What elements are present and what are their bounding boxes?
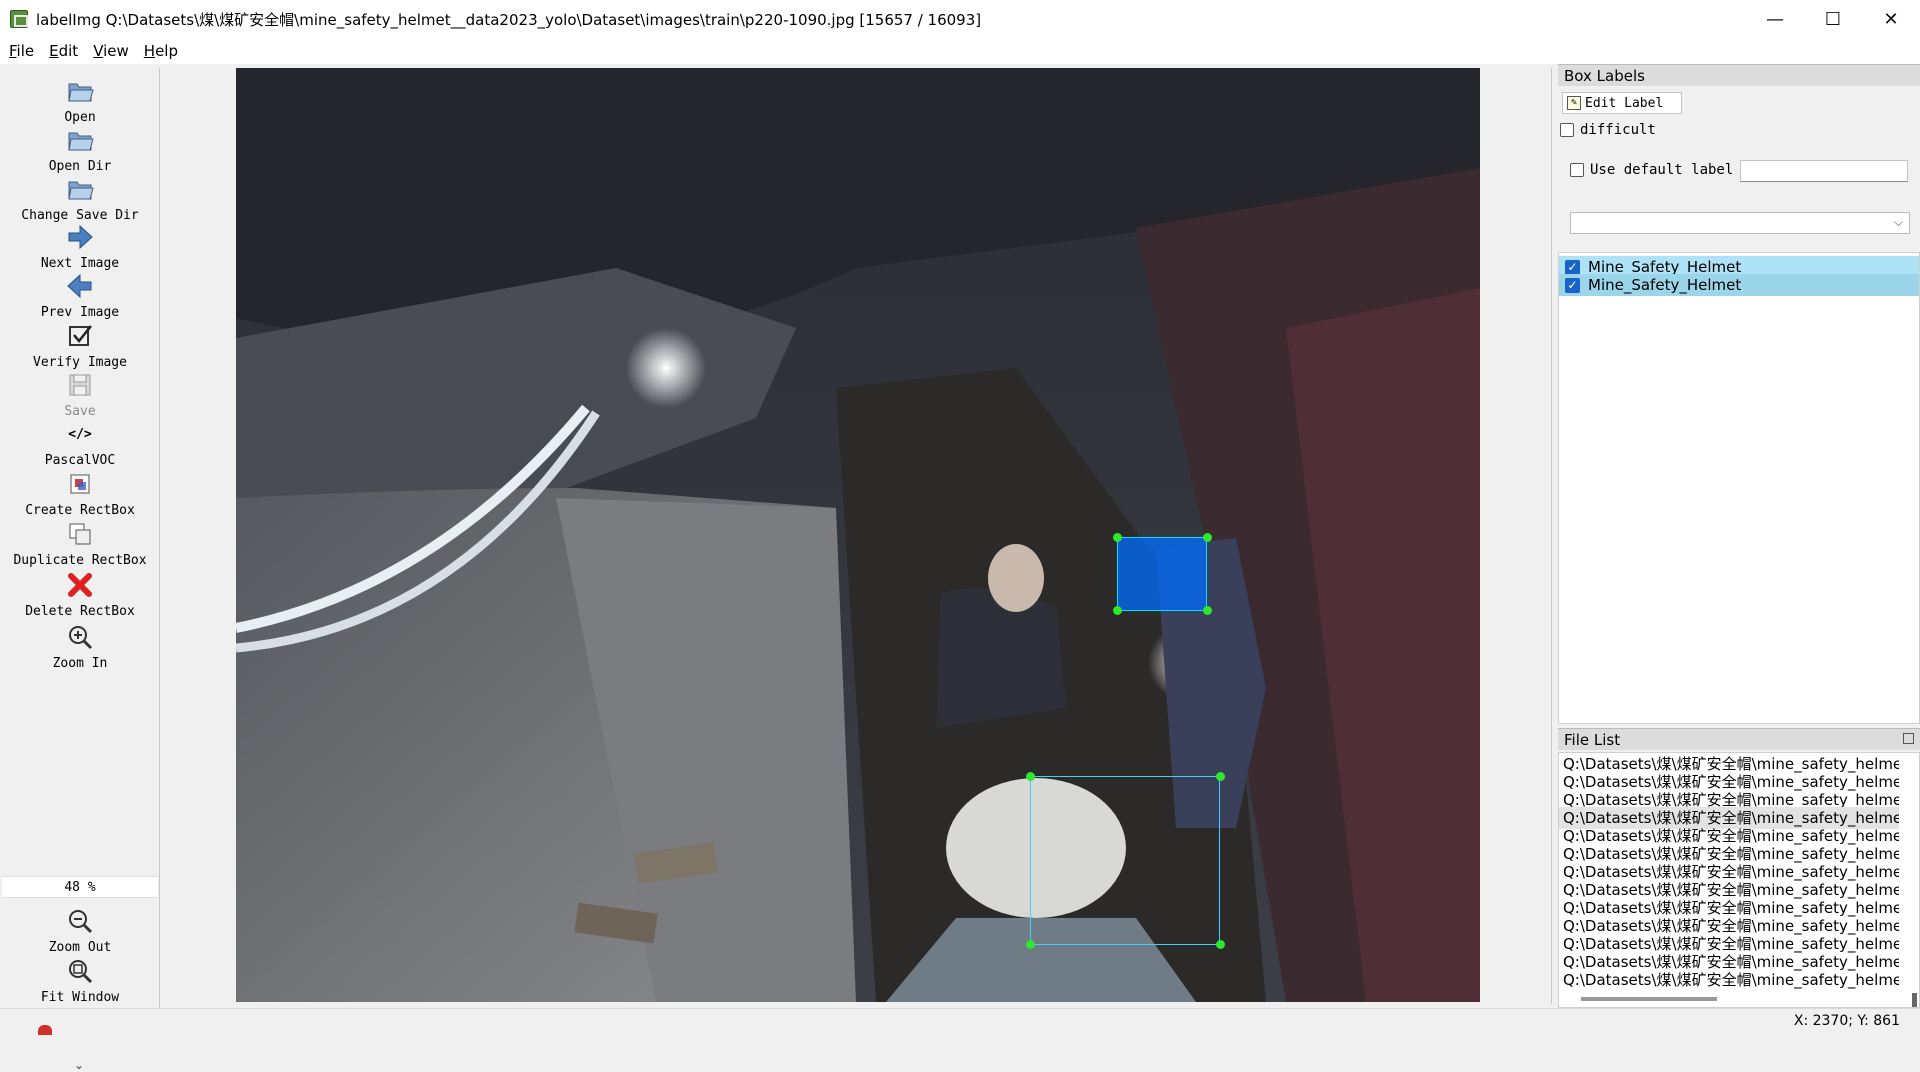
file-list-item[interactable]: Q:\Datasets\煤\煤矿安全帽\mine_safety_helmet xyxy=(1559,969,1899,991)
delete-x-icon xyxy=(65,570,95,600)
file-list-title-text: File List xyxy=(1564,731,1621,749)
delete-rectbox-button[interactable]: Delete RectBox xyxy=(0,570,160,619)
folder-icon xyxy=(65,125,95,155)
bounding-box-helmet[interactable] xyxy=(1030,776,1220,945)
zoom-out-button[interactable]: Zoom Out xyxy=(0,906,160,955)
labelimg-app-icon xyxy=(10,10,28,28)
format-toggle-button[interactable]: </> PascalVOC xyxy=(0,419,160,469)
save-label: Save xyxy=(64,404,96,419)
arrow-left-icon xyxy=(65,271,95,301)
difficult-checkbox[interactable]: difficult xyxy=(1560,122,1656,138)
duplicate-rectbox-label: Duplicate RectBox xyxy=(13,553,147,568)
cursor-coordinates: X: 2370; Y: 861 xyxy=(1793,1013,1900,1029)
change-save-dir-button[interactable]: Change Save Dir xyxy=(0,174,160,223)
annotation-image[interactable] xyxy=(236,68,1480,1002)
zoom-out-label: Zoom Out xyxy=(48,940,112,955)
duplicate-icon xyxy=(65,519,95,549)
menu-view[interactable]: View xyxy=(88,42,134,60)
verify-image-label: Verify Image xyxy=(33,355,127,370)
label-combo-box[interactable]: ⌵ xyxy=(1570,212,1910,234)
next-image-button[interactable]: Next Image xyxy=(0,222,160,271)
maximize-button[interactable]: ☐ xyxy=(1804,0,1862,38)
label-checked-icon[interactable]: ✓ xyxy=(1565,277,1580,293)
verify-image-button[interactable]: Verify Image xyxy=(0,321,160,370)
box2-handle-top-left[interactable] xyxy=(1026,772,1035,781)
window-controls: — ☐ ✕ xyxy=(1746,0,1920,38)
next-image-label: Next Image xyxy=(40,256,120,271)
prev-image-label: Prev Image xyxy=(40,305,120,320)
menu-help[interactable]: Help xyxy=(139,42,183,60)
prev-image-button[interactable]: Prev Image xyxy=(0,271,160,320)
file-list-vertical-scrollbar[interactable] xyxy=(1912,993,1917,1007)
box-handle-top-left[interactable] xyxy=(1113,533,1122,542)
zoom-value-field[interactable]: 48 % xyxy=(2,876,158,898)
right-dock-panel: Box Labels ✎ Edit Label difficult Use de… xyxy=(1556,64,1920,1008)
menu-edit[interactable]: Edit xyxy=(44,42,83,60)
use-default-label-check-icon[interactable] xyxy=(1570,163,1584,177)
folder-open-icon xyxy=(65,76,95,106)
floppy-save-icon xyxy=(65,370,95,400)
box-handle-bottom-left[interactable] xyxy=(1113,606,1122,615)
folder-save-icon xyxy=(65,174,95,204)
zoom-in-label: Zoom In xyxy=(52,656,108,671)
fit-window-icon xyxy=(65,956,95,986)
label-checked-icon[interactable]: ✓ xyxy=(1565,259,1580,275)
file-list-title: File List xyxy=(1558,728,1920,750)
close-button[interactable]: ✕ xyxy=(1862,0,1920,38)
zoom-in-button[interactable]: Zoom In xyxy=(0,622,160,671)
status-bar: X: 2370; Y: 861 xyxy=(0,1008,1920,1035)
use-default-label-checkbox[interactable]: Use default label xyxy=(1570,162,1733,178)
fit-window-label: Fit Window xyxy=(40,990,120,1005)
edit-label-text: Edit Label xyxy=(1585,95,1664,111)
label-list-item[interactable]: ✓ Mine_Safety_Helmet xyxy=(1559,274,1919,296)
fit-window-button[interactable]: Fit Window xyxy=(0,956,160,1005)
zoom-in-icon xyxy=(65,622,95,652)
open-dir-label: Open Dir xyxy=(48,159,112,174)
open-label: Open xyxy=(64,110,96,125)
arrow-right-icon xyxy=(65,222,95,252)
save-button[interactable]: Save xyxy=(0,370,160,419)
pencil-icon: ✎ xyxy=(1567,96,1581,110)
chevron-down-icon: ⌵ xyxy=(1893,215,1903,229)
title-bar: labelImg Q:\Datasets\煤\煤矿安全帽\mine_safety… xyxy=(0,0,1920,38)
edit-label-button[interactable]: ✎ Edit Label xyxy=(1562,92,1682,114)
minimize-button[interactable]: — xyxy=(1746,0,1804,38)
label-item-text: Mine_Safety_Helmet xyxy=(1588,276,1742,294)
create-rectbox-button[interactable]: Create RectBox xyxy=(0,469,160,518)
mine-scene-image xyxy=(236,68,1480,1002)
file-list-horizontal-scrollbar[interactable] xyxy=(1581,997,1717,1001)
change-save-dir-label: Change Save Dir xyxy=(21,208,139,223)
checkbox-verify-icon xyxy=(65,321,95,351)
zoom-out-icon xyxy=(65,906,95,936)
file-list[interactable]: Q:\Datasets\煤\煤矿安全帽\mine_safety_helmet Q… xyxy=(1558,752,1920,1008)
create-rect-icon xyxy=(65,469,95,499)
menu-file[interactable]: File xyxy=(4,42,39,60)
box-handle-bottom-right[interactable] xyxy=(1203,606,1212,615)
difficult-label: difficult xyxy=(1580,122,1656,138)
box-labels-title: Box Labels xyxy=(1558,64,1920,86)
taskbar-peek-icon xyxy=(38,1025,52,1035)
difficult-check-icon[interactable] xyxy=(1560,123,1574,137)
box2-handle-bottom-right[interactable] xyxy=(1216,940,1225,949)
use-default-label-text: Use default label xyxy=(1590,162,1734,178)
box-handle-top-right[interactable] xyxy=(1203,533,1212,542)
window-title: labelImg Q:\Datasets\煤\煤矿安全帽\mine_safety… xyxy=(36,10,982,29)
box2-handle-bottom-left[interactable] xyxy=(1026,940,1035,949)
toolbar-more-chevron-icon[interactable]: ⌄ xyxy=(74,1058,84,1072)
duplicate-rectbox-button[interactable]: Duplicate RectBox xyxy=(0,519,160,568)
bounding-box-helmet-selected[interactable] xyxy=(1117,537,1207,611)
open-button[interactable]: Open xyxy=(0,76,160,125)
box2-handle-top-right[interactable] xyxy=(1216,772,1225,781)
delete-rectbox-label: Delete RectBox xyxy=(25,604,135,619)
canvas-area[interactable] xyxy=(162,68,1552,1004)
dock-float-icon[interactable] xyxy=(1903,733,1914,744)
create-rectbox-label: Create RectBox xyxy=(25,503,135,518)
code-tag-icon: </> xyxy=(68,426,92,442)
format-label: PascalVOC xyxy=(44,453,116,468)
default-label-input[interactable] xyxy=(1740,160,1908,182)
left-toolbar: Open Open Dir Change Save Dir Next Image… xyxy=(0,68,160,1072)
label-list[interactable]: ✓ Mine_Safety_Helmet ✓ Mine_Safety_Helme… xyxy=(1558,252,1920,724)
open-dir-button[interactable]: Open Dir xyxy=(0,125,160,174)
menu-bar: File Edit View Help xyxy=(0,38,1920,64)
